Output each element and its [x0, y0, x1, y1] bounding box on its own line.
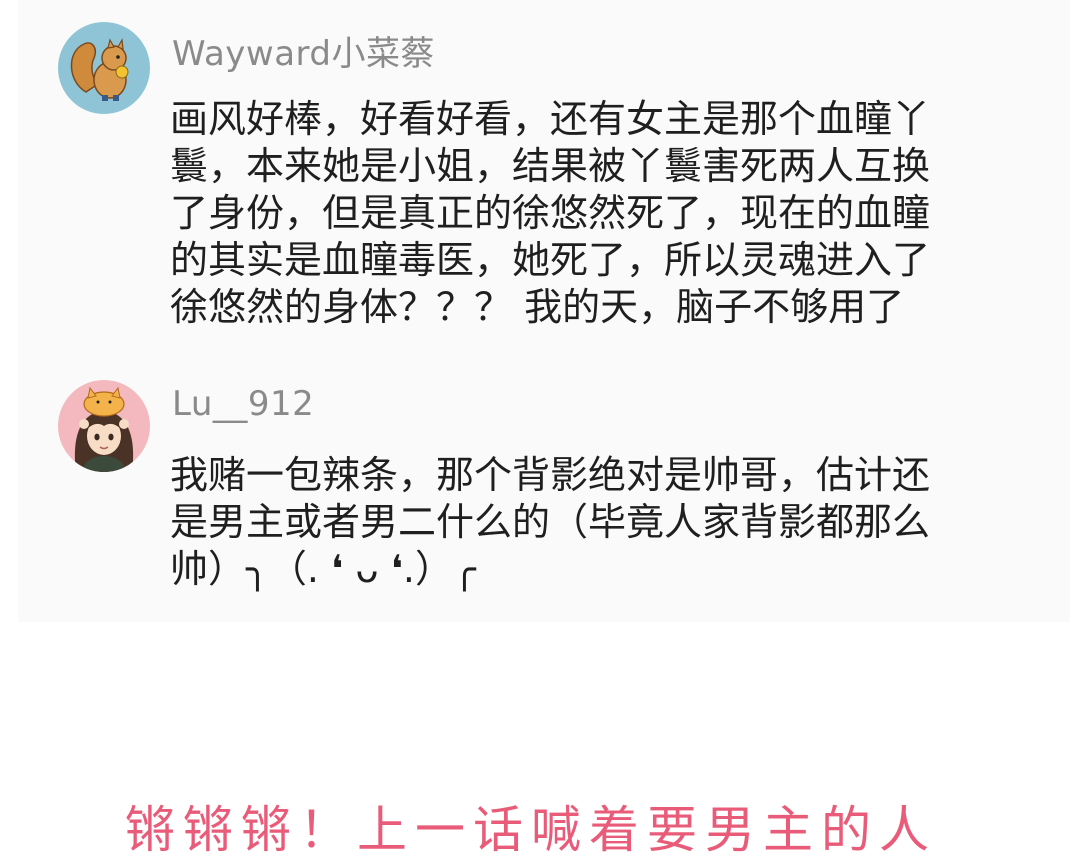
caption-text: 锵锵锵！上一话喊着要男主的人	[125, 801, 937, 859]
squirrel-avatar-icon[interactable]	[58, 22, 150, 114]
comment-line: 是男主或者男二什么的（毕竟人家背影都那么	[170, 500, 931, 544]
comment-line: 鬟，本来她是小姐，结果被丫鬟害死两人互换	[170, 144, 931, 188]
comment-line: 我赌一包辣条，那个背影绝对是帅哥，估计还	[170, 453, 931, 497]
comment-line: 帅）╮（. ❛ ᴗ ❛.）╭	[170, 547, 476, 591]
comment-username[interactable]: Wayward小菜蔡	[172, 26, 435, 75]
comments-panel: Wayward小菜蔡 画风好棒，好看好看，还有女主是那个血瞳丫 鬟，本来她是小姐…	[18, 0, 1070, 622]
comment-username[interactable]: Lu__912	[172, 384, 314, 424]
comment-line: 了身份，但是真正的徐悠然死了，现在的血瞳	[170, 191, 931, 235]
comment-body: 我赌一包辣条，那个背影绝对是帅哥，估计还 是男主或者男二什么的（毕竟人家背影都那…	[170, 452, 1030, 593]
anime-girl-avatar-icon[interactable]	[58, 380, 150, 472]
comment-body: 画风好棒，好看好看，还有女主是那个血瞳丫 鬟，本来她是小姐，结果被丫鬟害死两人互…	[170, 96, 1030, 331]
comment-line: 徐悠然的身体？？？ 我的天，脑子不够用了	[170, 285, 905, 329]
comment-line: 画风好棒，好看好看，还有女主是那个血瞳丫	[170, 97, 931, 141]
comment-line: 的其实是血瞳毒医，她死了，所以灵魂进入了	[170, 238, 931, 282]
